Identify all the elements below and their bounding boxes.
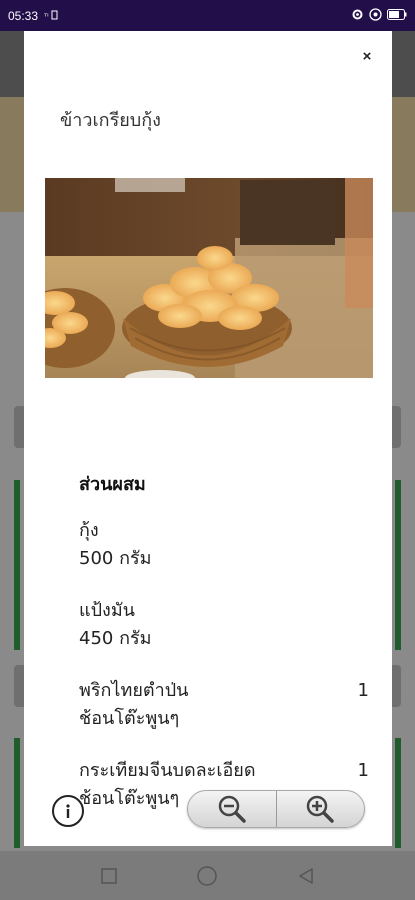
back-button[interactable] bbox=[286, 856, 326, 896]
battery-icon bbox=[387, 8, 407, 23]
home-icon bbox=[197, 865, 218, 886]
gear-status-icon bbox=[351, 8, 364, 24]
recent-apps-icon bbox=[101, 867, 117, 884]
info-icon bbox=[66, 804, 70, 818]
zoom-in-button[interactable] bbox=[277, 791, 365, 827]
sim-icon: ᵀᴵ bbox=[43, 9, 58, 23]
ingredient-amount: 450 กรัม bbox=[79, 628, 152, 649]
ingredients-heading: ส่วนผสม bbox=[79, 474, 146, 495]
home-button[interactable] bbox=[187, 856, 227, 896]
shrimp-crackers-photo bbox=[45, 178, 373, 378]
background-stripe bbox=[14, 480, 20, 650]
zoom-in-icon bbox=[307, 795, 334, 823]
ingredient-item: แป้งมัน 450 กรัม bbox=[79, 597, 347, 653]
recipe-title: ข้าวเกรียบกุ้ง bbox=[60, 110, 161, 131]
ingredient-item: กุ้ง 500 กรัม bbox=[79, 517, 347, 573]
ingredient-name: กระเทียมจีนบดละเอียด bbox=[79, 760, 256, 781]
ingredient-name: กุ้ง bbox=[79, 520, 99, 541]
system-nav-bar bbox=[0, 851, 415, 900]
close-button[interactable]: × bbox=[356, 45, 378, 67]
background-stripe bbox=[14, 738, 20, 848]
recipe-modal: × ข้าวเกรียบกุ้ง ส่วนผสม กุ้ง 500 กรัม แ… bbox=[24, 31, 392, 846]
background-stripe bbox=[395, 480, 401, 650]
svg-text:ᵀᴵ: ᵀᴵ bbox=[44, 12, 49, 20]
zoom-controls bbox=[187, 790, 365, 828]
background-stripe bbox=[395, 738, 401, 848]
recent-apps-button[interactable] bbox=[89, 856, 129, 896]
ingredient-name: แป้งมัน bbox=[79, 600, 135, 621]
ingredient-item: พริกไทยตำป่น ช้อนโต๊ะพูนๆ 1 bbox=[79, 677, 369, 733]
status-bar: 05:33 ᵀᴵ bbox=[0, 0, 415, 31]
ingredient-amount: 500 กรัม bbox=[79, 548, 152, 569]
back-icon bbox=[299, 867, 313, 884]
ingredient-amount: ช้อนโต๊ะพูนๆ bbox=[79, 708, 180, 729]
info-button[interactable] bbox=[52, 795, 84, 827]
ingredient-qty: 1 bbox=[357, 680, 369, 701]
status-time: 05:33 bbox=[8, 8, 39, 23]
wifi-icon bbox=[369, 7, 382, 24]
zoom-out-icon bbox=[218, 795, 246, 823]
ingredient-qty: 1 bbox=[357, 760, 369, 781]
ingredient-name: พริกไทยตำป่น bbox=[79, 680, 189, 701]
zoom-out-button[interactable] bbox=[188, 791, 276, 827]
